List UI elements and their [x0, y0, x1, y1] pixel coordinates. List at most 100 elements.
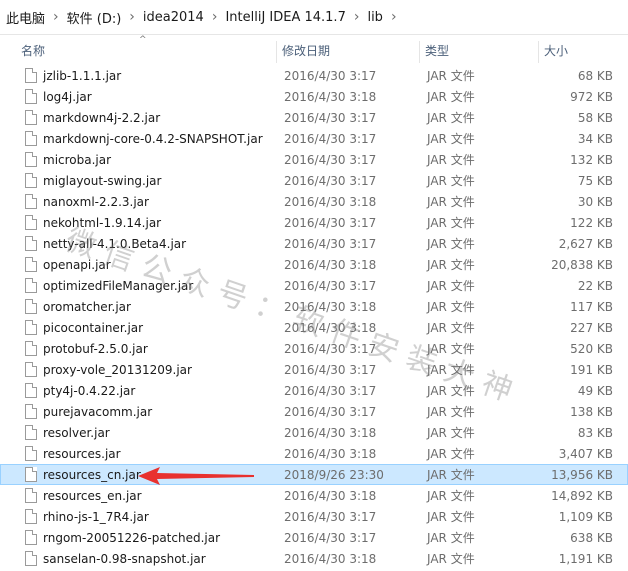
file-name: log4j.jar — [43, 90, 92, 104]
chevron-right-icon[interactable]: › — [352, 9, 362, 25]
file-row[interactable]: resources_en.jar 2016/4/30 3:18 JAR 文件 14,8… — [0, 485, 628, 506]
breadcrumb-item[interactable]: idea2014 — [137, 10, 210, 25]
file-date: 2016/4/30 3:17 — [284, 69, 377, 83]
file-type: JAR 文件 — [427, 531, 475, 545]
file-row[interactable]: protobuf-2.5.0.jar 2016/4/30 3:17 JAR 文件 52… — [0, 338, 628, 359]
file-icon — [25, 362, 37, 377]
file-icon — [25, 152, 37, 167]
chevron-right-icon[interactable]: › — [210, 9, 220, 25]
file-name: markdownj-core-0.4.2-SNAPSHOT.jar — [43, 132, 263, 146]
file-date: 2016/4/30 3:17 — [284, 174, 377, 188]
file-icon — [25, 425, 37, 440]
file-row[interactable]: optimizedFileManager.jar 2016/4/30 3:17 JA… — [0, 275, 628, 296]
file-type: JAR 文件 — [427, 447, 475, 461]
file-name: protobuf-2.5.0.jar — [43, 342, 148, 356]
chevron-right-icon[interactable]: › — [51, 9, 61, 25]
file-row[interactable]: jzlib-1.1.1.jar 2016/4/30 3:17 JAR 文件 68 KB — [0, 65, 628, 86]
file-type: JAR 文件 — [427, 321, 475, 335]
file-size: 2,627 KB — [558, 237, 613, 251]
file-row[interactable]: log4j.jar 2016/4/30 3:18 JAR 文件 972 KB — [0, 86, 628, 107]
file-type: JAR 文件 — [427, 216, 475, 230]
file-row[interactable]: nanoxml-2.2.3.jar 2016/4/30 3:18 JAR 文件 30 … — [0, 191, 628, 212]
file-icon — [25, 341, 37, 356]
chevron-right-icon[interactable]: › — [127, 9, 137, 25]
file-row[interactable]: nekohtml-1.9.14.jar 2016/4/30 3:17 JAR 文件 1… — [0, 212, 628, 233]
file-size: 13,956 KB — [551, 468, 613, 482]
file-name: resources_en.jar — [43, 489, 142, 503]
file-date: 2016/4/30 3:17 — [284, 405, 377, 419]
file-name: microba.jar — [43, 153, 112, 167]
file-icon — [25, 446, 37, 461]
file-type: JAR 文件 — [427, 174, 475, 188]
file-row[interactable]: markdownj-core-0.4.2-SNAPSHOT.jar 2016/4/… — [0, 128, 628, 149]
breadcrumb-item[interactable]: 软件 (D:) — [61, 8, 128, 27]
file-type: JAR 文件 — [427, 90, 475, 104]
file-type: JAR 文件 — [427, 510, 475, 524]
file-row[interactable]: markdown4j-2.2.jar 2016/4/30 3:17 JAR 文件 58… — [0, 107, 628, 128]
column-header-name[interactable]: 名称 — [0, 38, 276, 65]
file-row[interactable]: openapi.jar 2016/4/30 3:18 JAR 文件 20,838 KB — [0, 254, 628, 275]
file-date: 2016/4/30 3:17 — [284, 132, 377, 146]
file-row[interactable]: rhino-js-1_7R4.jar 2016/4/30 3:17 JAR 文件 1,… — [0, 506, 628, 527]
file-size: 30 KB — [577, 195, 613, 209]
file-row[interactable]: miglayout-swing.jar 2016/4/30 3:17 JAR 文件 7… — [0, 170, 628, 191]
file-row[interactable]: netty-all-4.1.0.Beta4.jar 2016/4/30 3:17 J… — [0, 233, 628, 254]
file-size: 3,407 KB — [558, 447, 613, 461]
chevron-right-icon[interactable]: › — [389, 9, 399, 25]
file-name: markdown4j-2.2.jar — [43, 111, 161, 125]
file-icon — [25, 173, 37, 188]
file-type: JAR 文件 — [427, 489, 475, 503]
file-date: 2016/4/30 3:17 — [284, 510, 377, 524]
breadcrumb: 此电脑 › 软件 (D:) › idea2014 › IntelliJ IDEA… — [0, 0, 628, 35]
file-row[interactable]: resolver.jar 2016/4/30 3:18 JAR 文件 83 KB — [0, 422, 628, 443]
file-date: 2016/4/30 3:17 — [284, 237, 377, 251]
file-row[interactable]: resources.jar 2016/4/30 3:18 JAR 文件 3,407 K… — [0, 443, 628, 464]
file-type: JAR 文件 — [427, 237, 475, 251]
file-type: JAR 文件 — [427, 384, 475, 398]
file-date: 2018/9/26 23:30 — [284, 468, 384, 482]
file-size: 132 KB — [570, 153, 613, 167]
file-type: JAR 文件 — [427, 468, 475, 482]
breadcrumb-item[interactable]: 此电脑 — [0, 8, 51, 27]
file-type: JAR 文件 — [427, 342, 475, 356]
file-row[interactable]: oromatcher.jar 2016/4/30 3:18 JAR 文件 117 KB — [0, 296, 628, 317]
file-icon — [25, 530, 37, 545]
file-size: 68 KB — [577, 69, 613, 83]
file-row[interactable]: rngom-20051226-patched.jar 2016/4/30 3:17… — [0, 527, 628, 548]
file-icon — [25, 257, 37, 272]
file-name: proxy-vole_20131209.jar — [43, 363, 192, 377]
file-icon — [25, 299, 37, 314]
file-size: 117 KB — [570, 300, 613, 314]
file-name: jzlib-1.1.1.jar — [43, 69, 122, 83]
file-size: 122 KB — [570, 216, 613, 230]
file-date: 2016/4/30 3:17 — [284, 111, 377, 125]
file-row[interactable]: picocontainer.jar 2016/4/30 3:18 JAR 文件 227… — [0, 317, 628, 338]
breadcrumb-item[interactable]: lib — [361, 10, 388, 25]
file-row[interactable]: proxy-vole_20131209.jar 2016/4/30 3:17 JAR… — [0, 359, 628, 380]
file-size: 138 KB — [570, 405, 613, 419]
file-row[interactable]: pty4j-0.4.22.jar 2016/4/30 3:17 JAR 文件 49 K… — [0, 380, 628, 401]
file-name: sanselan-0.98-snapshot.jar — [43, 552, 206, 566]
file-type: JAR 文件 — [427, 153, 475, 167]
file-type: JAR 文件 — [427, 300, 475, 314]
column-header-date[interactable]: 修改日期 — [277, 38, 419, 65]
file-size: 972 KB — [570, 90, 613, 104]
column-header-type[interactable]: 类型 — [420, 38, 538, 65]
file-row[interactable]: resources_cn.jar 2018/9/26 23:30 JAR 文件 13,… — [0, 464, 628, 485]
file-name: resources_cn.jar — [43, 468, 141, 482]
file-icon — [25, 131, 37, 146]
file-row[interactable]: sanselan-0.98-snapshot.jar 2016/4/30 3:18… — [0, 548, 628, 569]
file-size: 638 KB — [570, 531, 613, 545]
column-header-row: ^ 名称 修改日期 类型 大小 — [0, 35, 628, 65]
column-header-size[interactable]: 大小 — [539, 38, 628, 65]
file-date: 2016/4/30 3:18 — [284, 195, 377, 209]
file-date: 2016/4/30 3:18 — [284, 90, 377, 104]
file-name: rngom-20051226-patched.jar — [43, 531, 221, 545]
file-name: picocontainer.jar — [43, 321, 144, 335]
file-size: 1,191 KB — [558, 552, 613, 566]
file-row[interactable]: purejavacomm.jar 2016/4/30 3:17 JAR 文件 138 … — [0, 401, 628, 422]
file-row[interactable]: microba.jar 2016/4/30 3:17 JAR 文件 132 KB — [0, 149, 628, 170]
file-date: 2016/4/30 3:18 — [284, 447, 377, 461]
breadcrumb-item[interactable]: IntelliJ IDEA 14.1.7 — [219, 10, 351, 25]
file-icon — [25, 320, 37, 335]
